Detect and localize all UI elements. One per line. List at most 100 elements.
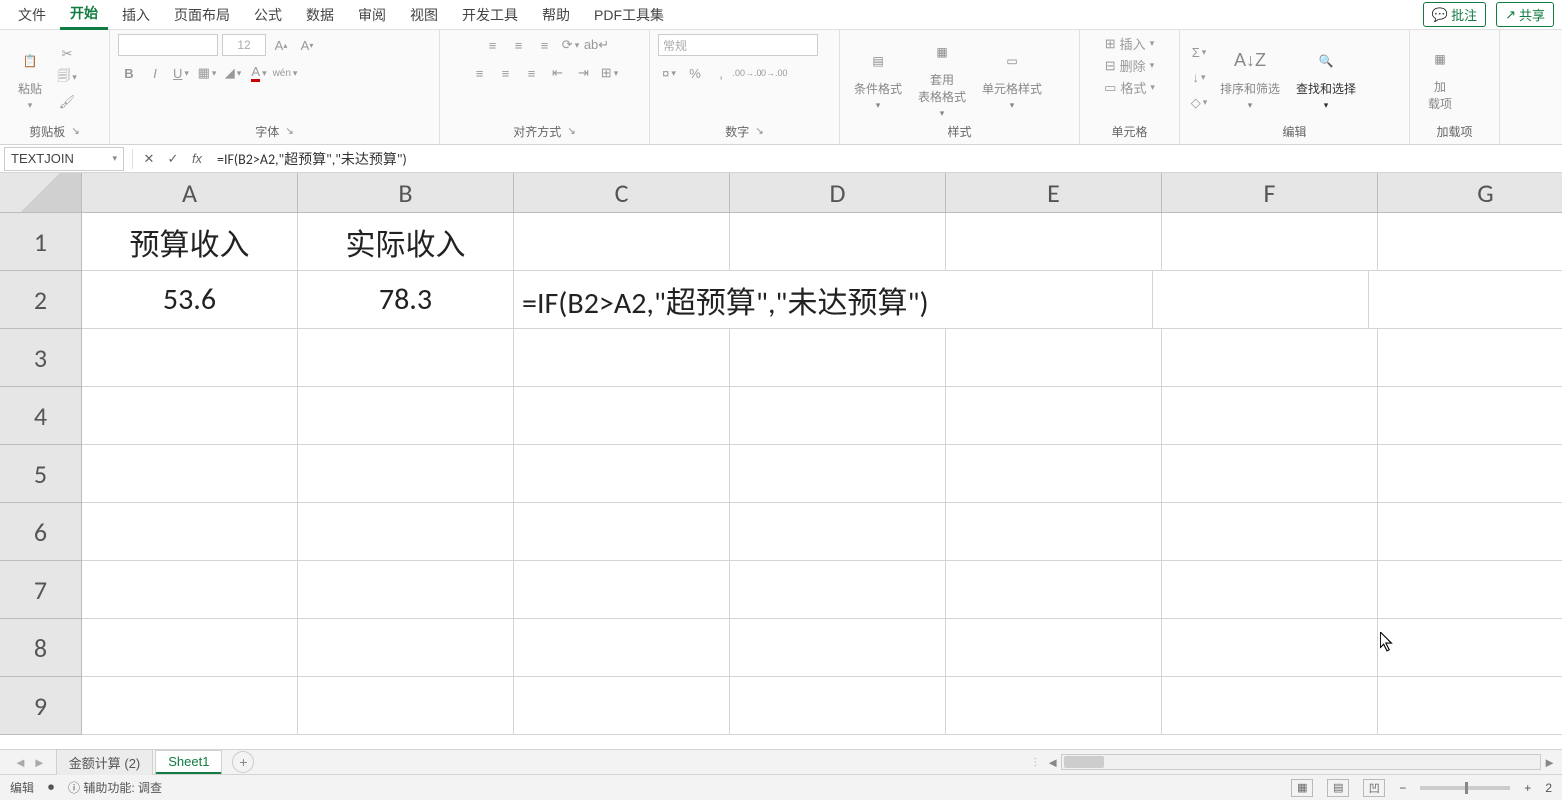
cell-B3[interactable] — [298, 329, 514, 387]
name-box[interactable]: TEXTJOIN▾ — [4, 147, 124, 171]
cell-A9[interactable] — [82, 677, 298, 735]
comma-button[interactable]: , — [710, 62, 732, 84]
cell-G6[interactable] — [1378, 503, 1562, 561]
column-header-G[interactable]: G — [1378, 173, 1562, 213]
align-bottom-button[interactable]: ≡ — [534, 34, 556, 56]
zoom-out-button[interactable]: − — [1399, 781, 1406, 795]
column-header-D[interactable]: D — [730, 173, 946, 213]
cell-E5[interactable] — [946, 445, 1162, 503]
cell-A6[interactable] — [82, 503, 298, 561]
row-header-9[interactable]: 9 — [0, 677, 82, 735]
sheet-nav-prev[interactable]: ◄ — [14, 755, 27, 770]
cell-D9[interactable] — [730, 677, 946, 735]
cell-D6[interactable] — [730, 503, 946, 561]
cell-A2[interactable]: 53.6 — [82, 271, 298, 329]
cell-F9[interactable] — [1162, 677, 1378, 735]
cell-C4[interactable] — [514, 387, 730, 445]
cell-E6[interactable] — [946, 503, 1162, 561]
dialog-launcher-icon[interactable]: ↘ — [285, 126, 293, 137]
cell-D2[interactable] — [937, 271, 1153, 329]
accept-formula-button[interactable]: ✓ — [161, 147, 185, 171]
cell-C7[interactable] — [514, 561, 730, 619]
number-format-select[interactable] — [658, 34, 818, 56]
format-cells-button[interactable]: ▭格式▾ — [1104, 78, 1155, 97]
wrap-text-button[interactable]: ab↵ — [586, 34, 608, 56]
add-sheet-button[interactable]: + — [232, 751, 254, 773]
formula-input[interactable]: =IF(B2>A2,"超预算","未达预算") — [209, 149, 1562, 169]
cell-G8[interactable] — [1378, 619, 1562, 677]
cell-C2[interactable]: =IF(B2>A2,"超预算","未达预算") — [514, 271, 937, 329]
cell-G5[interactable] — [1378, 445, 1562, 503]
column-header-B[interactable]: B — [298, 173, 514, 213]
cell-B7[interactable] — [298, 561, 514, 619]
column-header-E[interactable]: E — [946, 173, 1162, 213]
conditional-format-button[interactable]: ▤条件格式▾ — [848, 43, 908, 113]
orientation-button[interactable]: ⟳ — [560, 34, 582, 56]
insert-cells-button[interactable]: ⊞插入▾ — [1105, 34, 1154, 53]
menu-data[interactable]: 数据 — [296, 1, 344, 29]
align-center-button[interactable]: ≡ — [495, 62, 517, 84]
cell-G1[interactable] — [1378, 213, 1562, 271]
menu-review[interactable]: 审阅 — [348, 1, 396, 29]
cell-E1[interactable] — [946, 213, 1162, 271]
cell-F5[interactable] — [1162, 445, 1378, 503]
sheet-nav-next[interactable]: ► — [33, 755, 46, 770]
sheet-tab-0[interactable]: 金额计算 (2) — [56, 749, 154, 775]
copy-button[interactable]: 🗐 — [56, 67, 78, 89]
table-format-button[interactable]: ▦套用 表格格式▾ — [912, 34, 972, 121]
zoom-in-button[interactable]: + — [1524, 781, 1531, 795]
menu-view[interactable]: 视图 — [400, 1, 448, 29]
autosum-button[interactable]: Σ — [1188, 42, 1210, 64]
sort-filter-button[interactable]: A↓Z排序和筛选▾ — [1214, 43, 1286, 113]
cell-D1[interactable] — [730, 213, 946, 271]
decrease-indent-button[interactable]: ⇤ — [547, 62, 569, 84]
cell-E2[interactable] — [1153, 271, 1369, 329]
increase-decimal-button[interactable]: .00→.0 — [736, 62, 758, 84]
cut-button[interactable]: ✂ — [56, 43, 78, 65]
accounting-format-button[interactable]: ¤ — [658, 62, 680, 84]
increase-indent-button[interactable]: ⇥ — [573, 62, 595, 84]
cell-C5[interactable] — [514, 445, 730, 503]
cell-D4[interactable] — [730, 387, 946, 445]
percent-button[interactable]: % — [684, 62, 706, 84]
cell-B8[interactable] — [298, 619, 514, 677]
cell-E9[interactable] — [946, 677, 1162, 735]
delete-cells-button[interactable]: ⊟删除▾ — [1105, 56, 1154, 75]
menu-developer[interactable]: 开发工具 — [452, 1, 528, 29]
sheet-tab-1[interactable]: Sheet1 — [155, 750, 222, 774]
column-header-F[interactable]: F — [1162, 173, 1378, 213]
menu-file[interactable]: 文件 — [8, 1, 56, 29]
cell-D5[interactable] — [730, 445, 946, 503]
cell-F1[interactable] — [1162, 213, 1378, 271]
cell-F3[interactable] — [1162, 329, 1378, 387]
cell-B2[interactable]: 78.3 — [298, 271, 514, 329]
cell-E3[interactable] — [946, 329, 1162, 387]
decrease-font-button[interactable]: A▾ — [296, 34, 318, 56]
cell-G7[interactable] — [1378, 561, 1562, 619]
cell-G4[interactable] — [1378, 387, 1562, 445]
row-header-2[interactable]: 2 — [0, 271, 82, 329]
row-header-4[interactable]: 4 — [0, 387, 82, 445]
column-header-C[interactable]: C — [514, 173, 730, 213]
cell-D7[interactable] — [730, 561, 946, 619]
cell-A7[interactable] — [82, 561, 298, 619]
cell-D8[interactable] — [730, 619, 946, 677]
fx-button[interactable]: fx — [185, 147, 209, 171]
find-select-button[interactable]: 🔍查找和选择▾ — [1290, 43, 1362, 113]
normal-view-button[interactable]: ▦ — [1291, 779, 1313, 797]
decrease-decimal-button[interactable]: .0→.00 — [762, 62, 784, 84]
menu-page-layout[interactable]: 页面布局 — [164, 1, 240, 29]
cell-C1[interactable] — [514, 213, 730, 271]
cell-A1[interactable]: 预算收入 — [82, 213, 298, 271]
addins-button[interactable]: ▦加 载项 — [1418, 41, 1462, 114]
cell-styles-button[interactable]: ▭单元格样式▾ — [976, 43, 1048, 113]
cell-A5[interactable] — [82, 445, 298, 503]
cell-E7[interactable] — [946, 561, 1162, 619]
dialog-launcher-icon[interactable]: ↘ — [567, 126, 575, 137]
cell-C8[interactable] — [514, 619, 730, 677]
format-painter-button[interactable]: 🖌 — [56, 91, 78, 113]
zoom-value[interactable]: 2 — [1545, 781, 1552, 795]
cell-F8[interactable] — [1162, 619, 1378, 677]
row-header-7[interactable]: 7 — [0, 561, 82, 619]
font-size-select[interactable] — [222, 34, 266, 56]
